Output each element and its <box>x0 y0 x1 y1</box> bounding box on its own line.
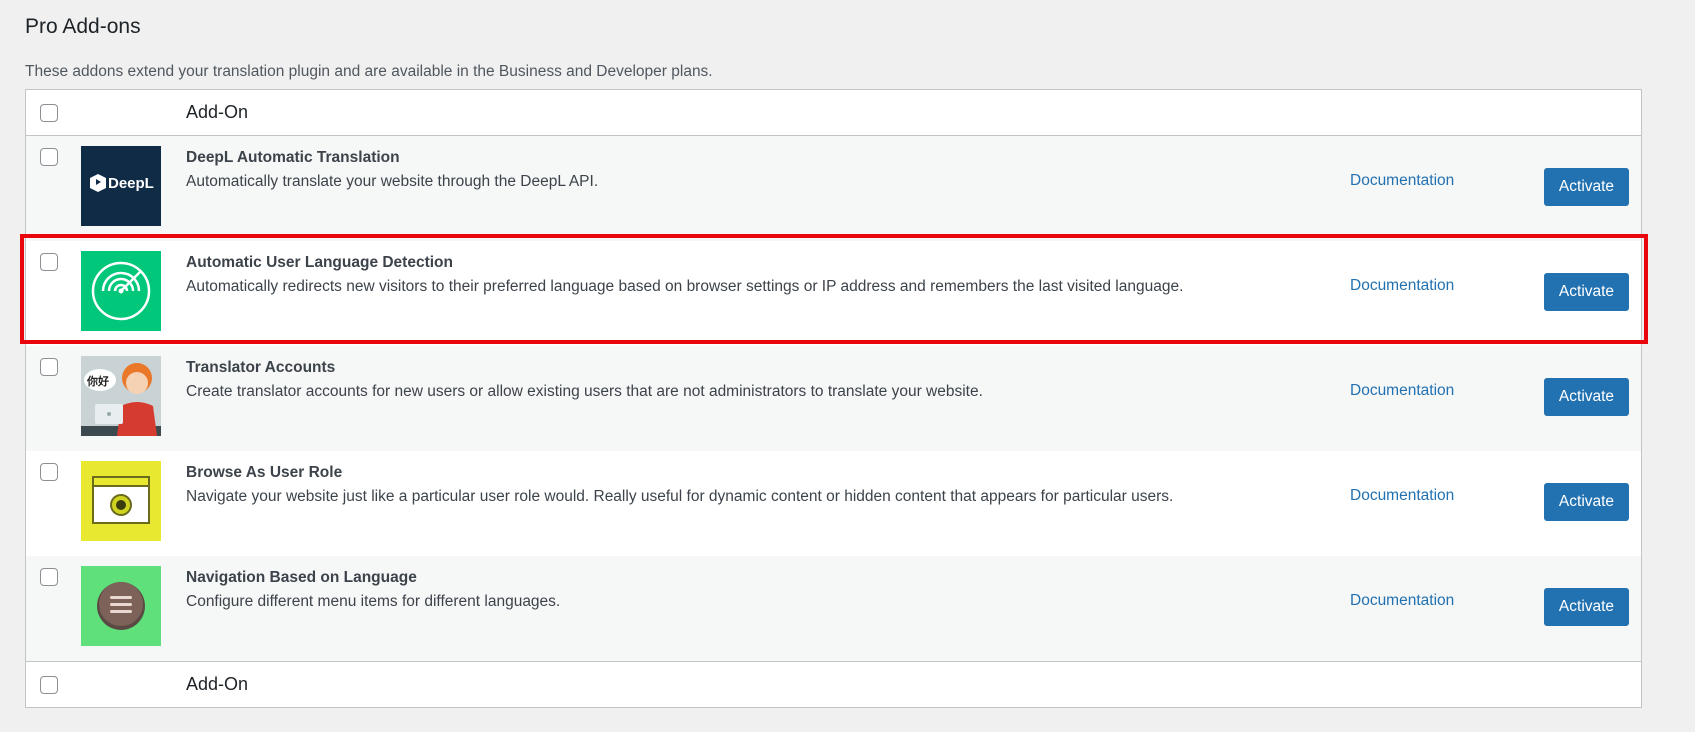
addon-title: DeepL Automatic Translation <box>186 149 400 166</box>
table-row: DeepL DeepL Automatic Translation Automa… <box>26 136 1641 241</box>
activate-button[interactable]: Activate <box>1544 483 1629 521</box>
activate-button[interactable]: Activate <box>1544 588 1629 626</box>
addon-description: Create translator accounts for new users… <box>186 383 983 400</box>
addons-table: Add-On DeepL DeepL Automatic Translation… <box>25 89 1642 708</box>
column-header-addon: Add-On <box>186 102 249 122</box>
documentation-link[interactable]: Documentation <box>1350 592 1454 610</box>
deepl-logo-icon: DeepL <box>81 146 161 226</box>
activate-button[interactable]: Activate <box>1544 168 1629 206</box>
browser-eye-icon <box>81 461 161 541</box>
table-footer: Add-On <box>26 661 1641 707</box>
table-row: Browse As User Role Navigate your websit… <box>26 451 1641 556</box>
page-description: These addons extend your translation plu… <box>25 63 713 80</box>
table-row: Automatic User Language Detection Automa… <box>26 241 1641 346</box>
row-checkbox[interactable] <box>40 568 58 586</box>
table-row: Navigation Based on Language Configure d… <box>26 556 1641 661</box>
select-all-checkbox[interactable] <box>40 104 58 122</box>
column-footer-addon: Add-On <box>186 674 249 694</box>
addon-description: Automatically redirects new visitors to … <box>186 278 1184 295</box>
documentation-link[interactable]: Documentation <box>1350 382 1454 400</box>
svg-text:你好: 你好 <box>86 374 109 388</box>
addon-description: Navigate your website just like a partic… <box>186 488 1174 505</box>
addon-description: Configure different menu items for diffe… <box>186 593 561 610</box>
menu-icon <box>81 566 161 646</box>
documentation-link[interactable]: Documentation <box>1350 172 1454 190</box>
row-checkbox[interactable] <box>40 463 58 481</box>
activate-button[interactable]: Activate <box>1544 378 1629 416</box>
addon-title: Browse As User Role <box>186 464 343 481</box>
table-row: 你好 Translator Accounts Create translator… <box>26 346 1641 451</box>
table-header: Add-On <box>26 90 1641 136</box>
addon-description: Automatically translate your website thr… <box>186 173 599 190</box>
row-checkbox[interactable] <box>40 358 58 376</box>
documentation-link[interactable]: Documentation <box>1350 487 1454 505</box>
addon-title: Translator Accounts <box>186 359 336 376</box>
row-checkbox[interactable] <box>40 253 58 271</box>
radar-icon <box>81 251 161 331</box>
row-checkbox[interactable] <box>40 148 58 166</box>
select-all-checkbox-footer[interactable] <box>40 676 58 694</box>
activate-button[interactable]: Activate <box>1544 273 1629 311</box>
addon-title: Navigation Based on Language <box>186 569 417 586</box>
documentation-link[interactable]: Documentation <box>1350 277 1454 295</box>
addon-title: Automatic User Language Detection <box>186 254 453 271</box>
svg-text:DeepL: DeepL <box>108 175 154 192</box>
translator-person-icon: 你好 <box>81 356 161 436</box>
page-title: Pro Add-ons <box>25 15 141 38</box>
